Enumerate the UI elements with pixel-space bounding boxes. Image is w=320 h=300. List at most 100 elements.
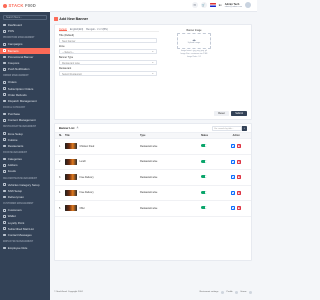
status-toggle[interactable] <box>201 190 208 194</box>
sidebar-item-label: Zone Setup <box>7 131 23 136</box>
sidebar-item[interactable]: Push Notification <box>0 66 50 72</box>
banner-type-select[interactable]: Restaurant wise <box>59 59 157 65</box>
upload-dropzone[interactable]: ☁ Upload Image <box>177 32 211 49</box>
sidebar-item-label: Addons <box>7 163 18 168</box>
table-row: 5 Offer Restaurant wise ✎ 🗑 <box>55 201 251 217</box>
logo-text: STACK F00D <box>8 3 37 8</box>
avatar[interactable] <box>245 2 251 8</box>
menu-icon <box>3 208 6 212</box>
cart-icon[interactable]: 🛒 <box>200 2 207 8</box>
sidebar-item-label: Purchase <box>7 112 20 117</box>
col-type: Type <box>140 134 146 137</box>
tab-english[interactable]: English(EN) <box>70 28 83 31</box>
sidebar-item[interactable]: POS <box>0 28 50 34</box>
delete-icon[interactable]: 🗑 <box>236 175 242 180</box>
list-search-input[interactable]: Ex: search by title... <box>212 126 242 131</box>
footer-link-home[interactable]: Home <box>241 291 247 293</box>
sidebar-item-label: Banners <box>7 48 19 53</box>
status-toggle[interactable] <box>201 144 208 148</box>
row-title-cell: Free Delivery <box>64 174 140 181</box>
user-icon <box>235 290 239 294</box>
edit-icon[interactable]: ✎ <box>231 190 236 195</box>
menu-icon <box>3 49 6 52</box>
flag-icon <box>209 3 216 7</box>
delete-icon[interactable]: 🗑 <box>236 206 242 211</box>
row-type: Restaurant wise <box>140 144 158 148</box>
row-title-cell: Offer <box>64 205 140 212</box>
sidebar-item[interactable]: Deliveryman <box>0 194 50 200</box>
topbar: STACK F00D ✉ 🛒 En Admin Tech admin@admin… <box>0 0 257 12</box>
menu-icon <box>3 93 6 97</box>
menu-icon <box>3 119 6 122</box>
sidebar-item[interactable]: Content Management <box>0 117 50 123</box>
status-toggle[interactable] <box>201 206 208 210</box>
menu-icon <box>3 163 6 167</box>
upload-text: Upload Image <box>187 41 201 44</box>
table-row: 1 Chicken Fried Restaurant wise ✎ 🗑 <box>55 139 251 155</box>
sidebar-search-input[interactable]: Search Menu... <box>3 15 47 20</box>
message-icon[interactable]: ✉ <box>191 2 198 8</box>
sidebar-item-label: Restaurants <box>7 143 24 148</box>
logo[interactable]: STACK F00D <box>0 0 50 12</box>
status-toggle[interactable] <box>201 159 208 163</box>
row-status <box>188 206 222 210</box>
reset-button[interactable]: Reset <box>214 110 229 116</box>
language-tabs: Default English(EN) Bengali - বাংলা(BN) <box>59 28 159 32</box>
menu-icon <box>3 189 6 193</box>
zone-select[interactable]: ---Select--- <box>59 48 157 54</box>
menu-icon <box>3 183 6 186</box>
sidebar-item-label: Promotional Banner <box>7 54 34 59</box>
menu-icon <box>3 157 6 161</box>
row-title: Lunch <box>79 160 86 164</box>
submit-button[interactable]: Submit <box>231 110 247 116</box>
home-icon <box>249 290 252 294</box>
page-title-text: Add New Banner <box>59 17 89 21</box>
sidebar-item[interactable]: Contact Messages <box>0 232 50 238</box>
logo-icon <box>3 3 7 8</box>
sidebar-item-label: Cuisine <box>7 137 18 142</box>
sidebar-item-label: Categories <box>7 157 22 162</box>
status-toggle[interactable] <box>201 175 208 179</box>
banner-icon <box>54 17 58 21</box>
menu-icon <box>3 87 6 90</box>
settings-icon <box>220 290 224 294</box>
menu-icon <box>3 215 6 218</box>
user-info[interactable]: Admin Tech admin@admin.com <box>225 3 242 8</box>
row-actions: ✎ 🗑 <box>221 190 251 195</box>
row-type: Restaurant wise <box>140 206 158 210</box>
upload-title: Banner Image <box>186 29 202 32</box>
footer-link-profile[interactable]: Profile <box>226 291 232 293</box>
tab-bengali[interactable]: Bengali - বাংলা(BN) <box>86 28 107 31</box>
row-sl: 4 <box>59 191 61 195</box>
col-sl: SL <box>59 134 62 137</box>
edit-icon[interactable]: ✎ <box>231 144 236 149</box>
edit-icon[interactable]: ✎ <box>231 159 236 164</box>
table-row: 2 Lunch Restaurant wise ✎ 🗑 <box>55 155 251 170</box>
delete-icon[interactable]: 🗑 <box>236 159 242 164</box>
footer-link-settings[interactable]: Restaurant settings <box>200 291 219 293</box>
col-status: Status <box>200 134 208 137</box>
language-selector[interactable]: En <box>219 4 222 7</box>
row-title: Chicken Fried <box>79 144 95 148</box>
banner-list-card: Banner List 5 Ex: search by title... ⌕ S… <box>54 123 252 261</box>
sidebar-item[interactable]: Restaurants <box>0 143 50 149</box>
delete-icon[interactable]: 🗑 <box>236 144 242 149</box>
tab-default[interactable]: Default <box>59 28 67 31</box>
edit-icon[interactable]: ✎ <box>231 175 236 180</box>
banner-thumbnail <box>64 205 77 212</box>
title-input[interactable]: New banner <box>59 37 157 43</box>
sidebar-item[interactable]: Foods <box>0 168 50 174</box>
title-label: Title (Default) <box>59 34 74 37</box>
col-action: Action <box>232 134 240 137</box>
footer-links: Restaurant settings Profile Home <box>200 290 252 294</box>
sidebar-item[interactable]: Dispatch Management <box>0 98 50 104</box>
sidebar-item[interactable]: Employee Role <box>0 245 50 251</box>
row-title-cell: Chicken Fried <box>64 143 140 150</box>
delete-icon[interactable]: 🗑 <box>236 190 242 195</box>
restaurant-select[interactable]: Select Restaurant <box>59 70 157 76</box>
menu-icon <box>3 23 6 27</box>
banner-type-label: Banner Type <box>59 56 74 59</box>
menu-icon <box>3 227 6 231</box>
search-icon[interactable]: ⌕ <box>242 126 247 131</box>
edit-icon[interactable]: ✎ <box>231 206 236 211</box>
